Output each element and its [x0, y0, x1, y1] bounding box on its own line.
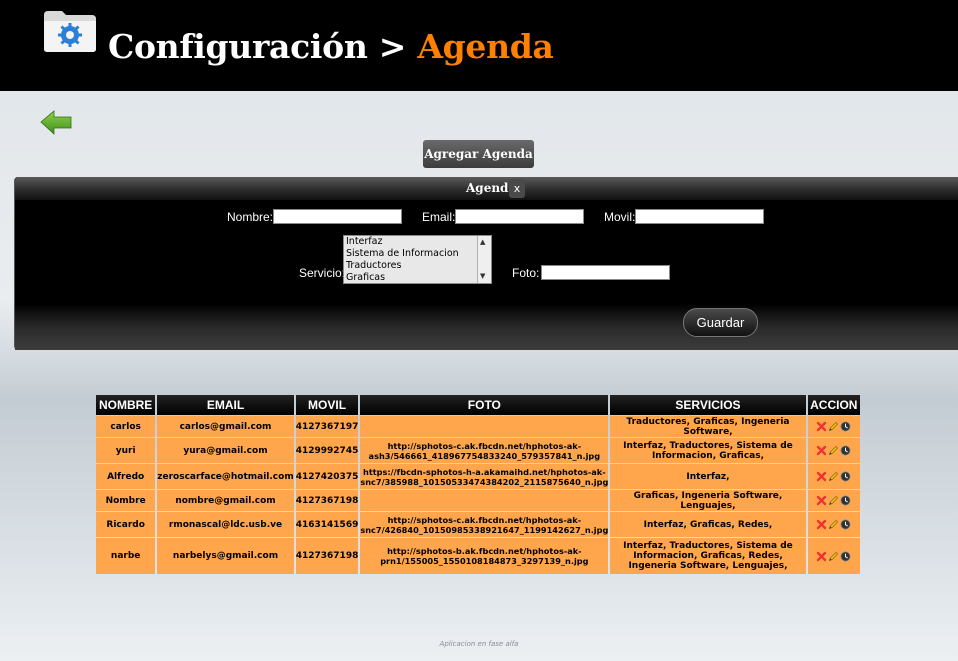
history-icon[interactable] — [840, 519, 851, 530]
page-title: Configuración > Agenda — [108, 27, 554, 66]
foto-label: Foto: — [512, 266, 540, 280]
table-row: Alfredo zeroscarface@hotmail.com 412742037… — [96, 464, 860, 489]
settings-folder-icon — [44, 11, 96, 52]
cell-movil: 4127367197 — [295, 416, 359, 437]
edit-icon[interactable] — [828, 445, 839, 456]
delete-icon[interactable] — [816, 421, 827, 432]
cell-email: yura@gmail.com — [157, 438, 294, 463]
table-row: carlos carlos@gmail.com 4127367197 Traducto… — [96, 416, 860, 437]
cell-foto: http://sphotos-c.ak.fbcdn.net/hphotos-ak… — [360, 512, 609, 537]
title-prefix: Configuración — [108, 27, 368, 66]
cell-nombre: carlos — [96, 416, 156, 437]
table-row: yuri yura@gmail.com 4129992745 http://sphot… — [96, 438, 860, 463]
cell-accion — [807, 438, 860, 463]
delete-icon[interactable] — [816, 445, 827, 456]
edit-icon[interactable] — [828, 519, 839, 530]
history-icon[interactable] — [840, 495, 851, 506]
agenda-table: NOMBRE EMAIL MOVIL FOTO SERVICIOS ACCION… — [94, 394, 862, 575]
cell-email: carlos@gmail.com — [157, 416, 294, 437]
back-arrow-icon[interactable] — [40, 110, 72, 136]
column-header-movil: MOVIL — [295, 395, 359, 415]
column-header-servicios: SERVICIOS — [610, 395, 806, 415]
cell-foto: https://fbcdn-sphotos-h-a.akamaihd.net/h… — [360, 464, 609, 489]
cell-accion — [807, 416, 860, 437]
cell-accion — [807, 538, 860, 574]
cell-nombre: Ricardo — [96, 512, 156, 537]
cell-accion — [807, 490, 860, 511]
cell-servicios: Graficas, Ingeneria Software, Lenguajes, — [610, 490, 806, 511]
delete-icon[interactable] — [816, 551, 827, 562]
email-input[interactable] — [455, 209, 584, 224]
cell-servicios: Interfaz, Graficas, Redes, — [610, 512, 806, 537]
servicio-select[interactable]: Interfaz Sistema de Informacion Traducto… — [343, 235, 492, 284]
history-icon[interactable] — [840, 445, 851, 456]
servicio-label: Servicio: — [299, 266, 346, 280]
app-header: Configuración > Agenda — [0, 0, 958, 91]
cell-foto — [360, 416, 609, 437]
cell-servicios: Traductores, Graficas, Ingeneria Softwar… — [610, 416, 806, 437]
scroll-up-icon[interactable]: ▲ — [480, 238, 485, 246]
table-header-row: NOMBRE EMAIL MOVIL FOTO SERVICIOS ACCION — [96, 395, 860, 415]
cell-servicios: Interfaz, Traductores, Sistema de Inform… — [610, 538, 806, 574]
cell-foto: http://sphotos-b.ak.fbcdn.net/hphotos-ak… — [360, 538, 609, 574]
cell-servicios: Interfaz, — [610, 464, 806, 489]
servicio-option[interactable]: Sistema de Informacion — [344, 248, 491, 260]
history-icon[interactable] — [840, 421, 851, 432]
delete-icon[interactable] — [816, 495, 827, 506]
cell-movil: 4129992745 — [295, 438, 359, 463]
cell-nombre: Alfredo — [96, 464, 156, 489]
nombre-label: Nombre: — [227, 210, 274, 224]
email-label: Email: — [422, 210, 456, 224]
cell-accion — [807, 464, 860, 489]
edit-icon[interactable] — [828, 421, 839, 432]
cell-email: narbelys@gmail.com — [157, 538, 294, 574]
cell-email: rmonascal@ldc.usb.ve — [157, 512, 294, 537]
servicio-option[interactable]: Interfaz — [344, 236, 491, 248]
title-accent: Agenda — [417, 27, 554, 66]
delete-icon[interactable] — [816, 471, 827, 482]
agenda-form-panel: Agenda x Nombre: Email: Movil: Servicio:… — [14, 177, 958, 350]
cell-email: zeroscarface@hotmail.com — [157, 464, 294, 489]
column-header-foto: FOTO — [360, 395, 609, 415]
delete-icon[interactable] — [816, 519, 827, 530]
cell-movil: 4127367198 — [295, 490, 359, 511]
cell-movil: 4163141569 — [295, 512, 359, 537]
cell-foto: http://sphotos-c.ak.fbcdn.net/hphotos-ak… — [360, 438, 609, 463]
nombre-input[interactable] — [273, 209, 402, 224]
panel-header: Agenda x — [15, 177, 958, 200]
column-header-email: EMAIL — [157, 395, 294, 415]
history-icon[interactable] — [840, 551, 851, 562]
edit-icon[interactable] — [828, 551, 839, 562]
servicio-option[interactable]: Traductores — [344, 260, 491, 272]
cell-accion — [807, 512, 860, 537]
save-button[interactable]: Guardar — [683, 308, 758, 337]
footer-note: Aplicacion en fase alfa — [439, 640, 519, 648]
panel-close-button[interactable]: x — [509, 179, 525, 198]
cell-servicios: Interfaz, Traductores, Sistema de Inform… — [610, 438, 806, 463]
cell-foto — [360, 490, 609, 511]
column-header-accion: ACCION — [807, 395, 860, 415]
cell-movil: 4127367198 — [295, 538, 359, 574]
table-row: narbe narbelys@gmail.com 4127367198 http://… — [96, 538, 860, 574]
cell-movil: 4127420375 — [295, 464, 359, 489]
table-row: Nombre nombre@gmail.com 4127367198 Graficas… — [96, 490, 860, 511]
panel-footer — [15, 304, 958, 350]
movil-label: Movil: — [604, 210, 636, 224]
table-row: Ricardo rmonascal@ldc.usb.ve 4163141569 htt… — [96, 512, 860, 537]
title-separator: > — [367, 27, 418, 66]
edit-icon[interactable] — [828, 471, 839, 482]
foto-input[interactable] — [541, 265, 670, 280]
add-agenda-button[interactable]: Agregar Agenda — [423, 140, 534, 168]
cell-nombre: yuri — [96, 438, 156, 463]
scroll-down-icon[interactable]: ▼ — [480, 272, 485, 280]
movil-input[interactable] — [635, 209, 764, 224]
servicio-option[interactable]: Graficas — [344, 272, 491, 283]
cell-nombre: Nombre — [96, 490, 156, 511]
cell-email: nombre@gmail.com — [157, 490, 294, 511]
column-header-nombre: NOMBRE — [96, 395, 156, 415]
cell-nombre: narbe — [96, 538, 156, 574]
edit-icon[interactable] — [828, 495, 839, 506]
select-scrollbar[interactable]: ▲ ▼ — [477, 236, 491, 283]
history-icon[interactable] — [840, 471, 851, 482]
